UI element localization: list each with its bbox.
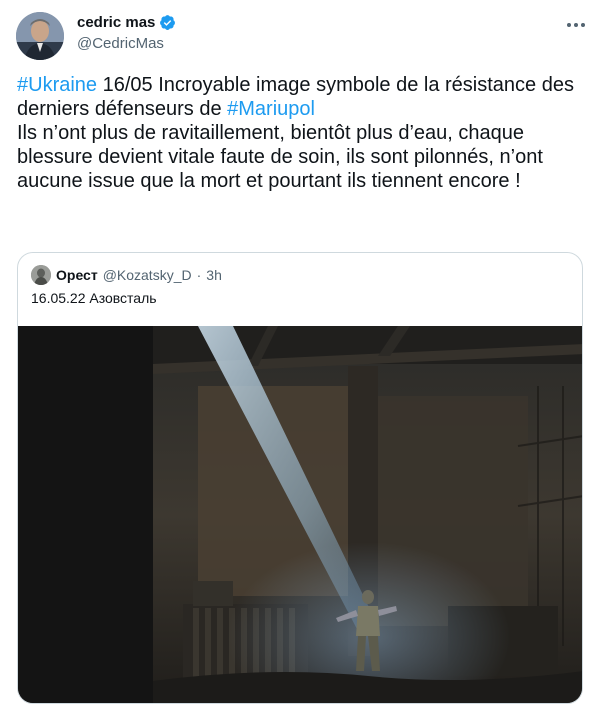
quoted-timestamp[interactable]: 3h [206,267,222,283]
author-name[interactable]: cedric mas [77,14,155,31]
hashtag-mariupol[interactable]: #Mariupol [227,98,315,120]
quoted-author-name[interactable]: Орест [56,267,98,283]
hashtag-ukraine[interactable]: #Ukraine [17,74,97,96]
tweet-text-part-2: Ils n’ont plus de ravitaillement, bientô… [17,122,543,192]
tweet-text: #Ukraine 16/05 Incroyable image symbole … [17,73,589,193]
quoted-tweet-photo[interactable] [18,326,583,704]
quoted-author-avatar[interactable] [31,265,51,285]
quoted-author-avatar-image [31,265,51,285]
quoted-tweet[interactable]: Орест @Kozatsky_D · 3h 16.05.22 Азовстал… [17,252,583,704]
quoted-tweet-header: Орест @Kozatsky_D · 3h [31,265,222,285]
quoted-tweet-text: 16.05.22 Азовсталь [31,290,157,306]
tweet-header: cedric mas @CedricMas [16,10,587,60]
author-avatar-image [16,12,64,60]
more-options-icon [567,23,585,27]
verified-badge-icon [160,14,176,30]
author-avatar[interactable] [16,12,64,60]
quoted-separator: · [196,267,202,283]
author-info: cedric mas @CedricMas [77,12,176,52]
author-name-row: cedric mas [77,12,176,32]
more-options-button[interactable] [565,14,587,36]
author-handle[interactable]: @CedricMas [77,35,176,52]
quoted-author-handle[interactable]: @Kozatsky_D [103,267,192,283]
